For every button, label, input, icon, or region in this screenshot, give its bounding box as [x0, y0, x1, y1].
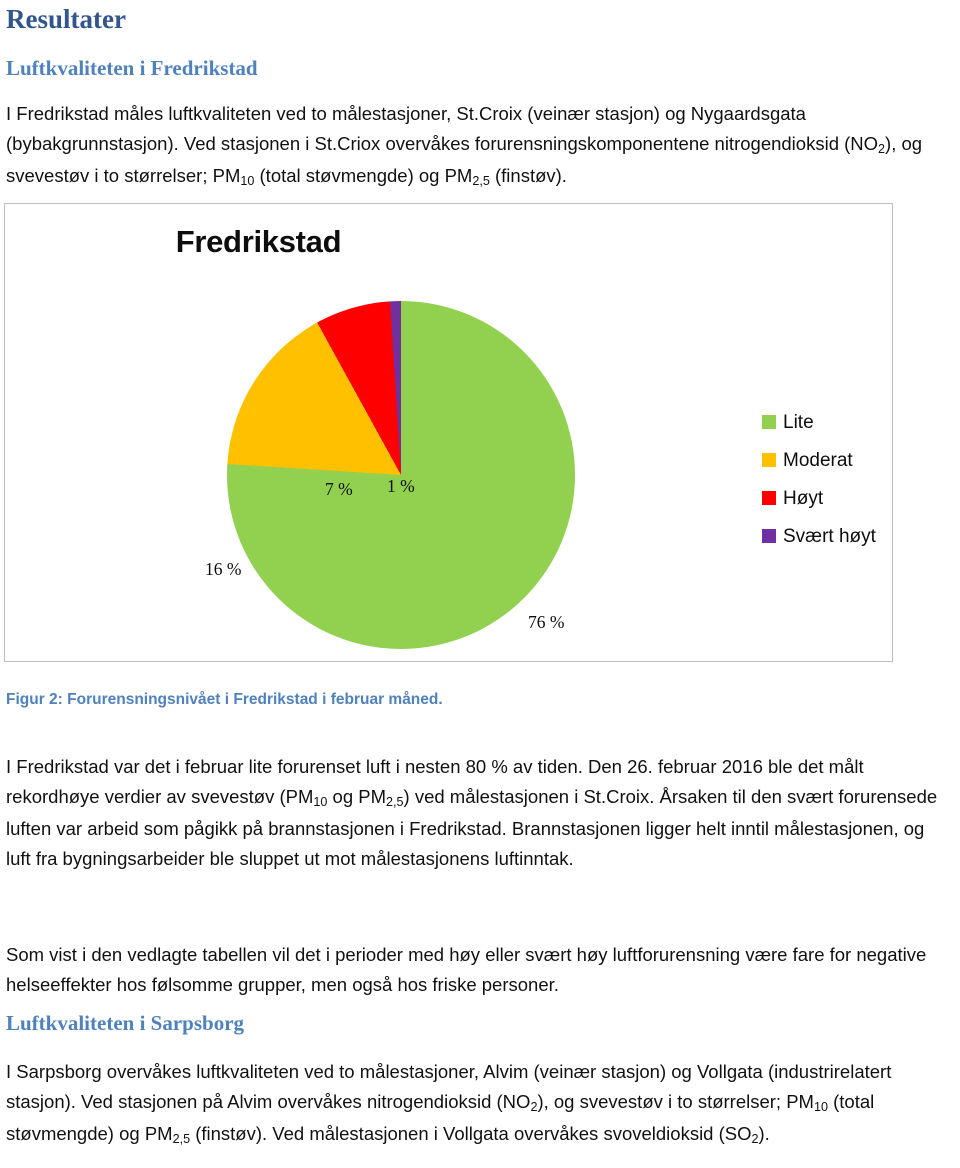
page-title: Resultater: [6, 4, 126, 34]
legend-item-høyt[interactable]: Høyt: [762, 479, 876, 517]
text-run: ).: [758, 1122, 770, 1144]
chart-title-text: Fredrikstad: [175, 224, 342, 259]
subscript: 10: [813, 1100, 828, 1115]
legend-swatch-icon: [762, 453, 776, 467]
text-run: (finstøv).: [489, 164, 567, 186]
legend-swatch-icon: [762, 415, 776, 429]
subscript: 10: [313, 795, 328, 810]
pie-chart: Fredrikstad 76 % 16 % 7 % 1 % Lite Modera…: [4, 203, 893, 662]
subscript: 2,5: [472, 174, 490, 189]
pie-disc: [227, 301, 575, 649]
pie-data-label-svaert-hoyt: 1 %: [387, 476, 415, 496]
chart-legend: Lite Moderat Høyt Svært høyt: [762, 403, 876, 555]
paragraph-fredrikstad-intro: I Fredrikstad måles luftkvaliteten ved t…: [6, 99, 936, 193]
section-heading-fredrikstad: Luftkvaliteten i Fredrikstad: [6, 56, 258, 80]
subscript: 2: [530, 1100, 538, 1115]
subscript: 2,5: [386, 795, 404, 810]
legend-item-moderat[interactable]: Moderat: [762, 441, 876, 479]
paragraph-health-effects: Som vist i den vedlagte tabellen vil det…: [6, 943, 927, 995]
text-run: og PM: [327, 785, 387, 807]
paragraph-fredrikstad-analysis: I Fredrikstad var det i februar lite for…: [6, 752, 954, 874]
subscript: 2: [751, 1132, 759, 1147]
pie-graphic: [227, 301, 575, 649]
legend-label: Lite: [783, 411, 814, 433]
text-run: (total støvmengde) og PM: [254, 164, 473, 186]
pie-data-label-lite: 76 %: [528, 612, 565, 632]
figure-caption: Figur 2: Forurensningsnivået i Fredrikst…: [6, 691, 443, 708]
legend-item-svært-høyt[interactable]: Svært høyt: [762, 517, 876, 555]
legend-swatch-icon: [762, 491, 776, 505]
text-run: I Fredrikstad måles luftkvaliteten ved t…: [6, 102, 879, 154]
document-page: Resultater Luftkvaliteten i Fredrikstad …: [0, 0, 960, 1168]
legend-label: Svært høyt: [783, 525, 876, 547]
pie-data-label-moderat: 16 %: [205, 559, 242, 579]
subscript: 2: [878, 142, 886, 157]
legend-swatch-icon: [762, 529, 776, 543]
chart-title: Fredrikstad: [5, 224, 892, 260]
legend-label: Høyt: [783, 487, 824, 509]
text-run: ), og svevestøv i to størrelser; PM: [537, 1090, 814, 1112]
legend-label: Moderat: [783, 449, 853, 471]
subscript: 10: [240, 174, 255, 189]
text-run: (finstøv). Ved målestasjonen i Vollgata …: [190, 1122, 752, 1144]
subscript: 2,5: [172, 1132, 191, 1147]
paragraph-sarpsborg-intro: I Sarpsborg overvåkes luftkvaliteten ved…: [6, 1057, 954, 1151]
legend-item-lite[interactable]: Lite: [762, 403, 876, 441]
section-heading-sarpsborg: Luftkvaliteten i Sarpsborg: [6, 1011, 245, 1035]
pie-data-label-hoyt: 7 %: [325, 479, 353, 499]
